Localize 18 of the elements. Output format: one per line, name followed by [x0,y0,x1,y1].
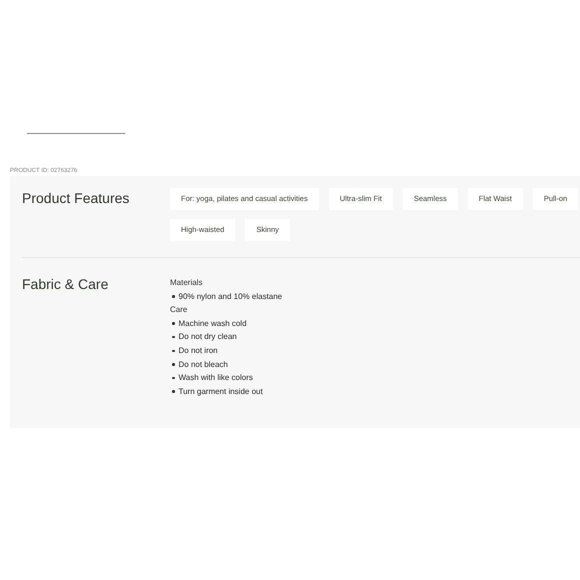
list-item: Do not bleach [178,358,228,371]
list-heading: Care [170,304,188,316]
list-heading: Materials [170,277,204,289]
list-item: Machine wash cold [178,318,247,330]
list-item: Wash with like colors [178,372,253,384]
bullet-icon [172,336,174,338]
bullet-icon [172,322,174,325]
bullet-icon [172,295,174,298]
list-item: Do not dry clean [178,331,237,344]
bullet-icon [172,390,174,393]
list-item: Turn garment inside out [178,386,263,398]
bullet-icon [172,350,174,352]
bullet-icon [172,363,174,366]
section-title: Product Features [22,189,130,208]
list-item: Do not iron [178,344,218,357]
list-item: 90% nylon and 10% elastane [178,290,282,303]
section-title: Fabric & Care [22,275,110,294]
bullet-icon [172,376,174,380]
